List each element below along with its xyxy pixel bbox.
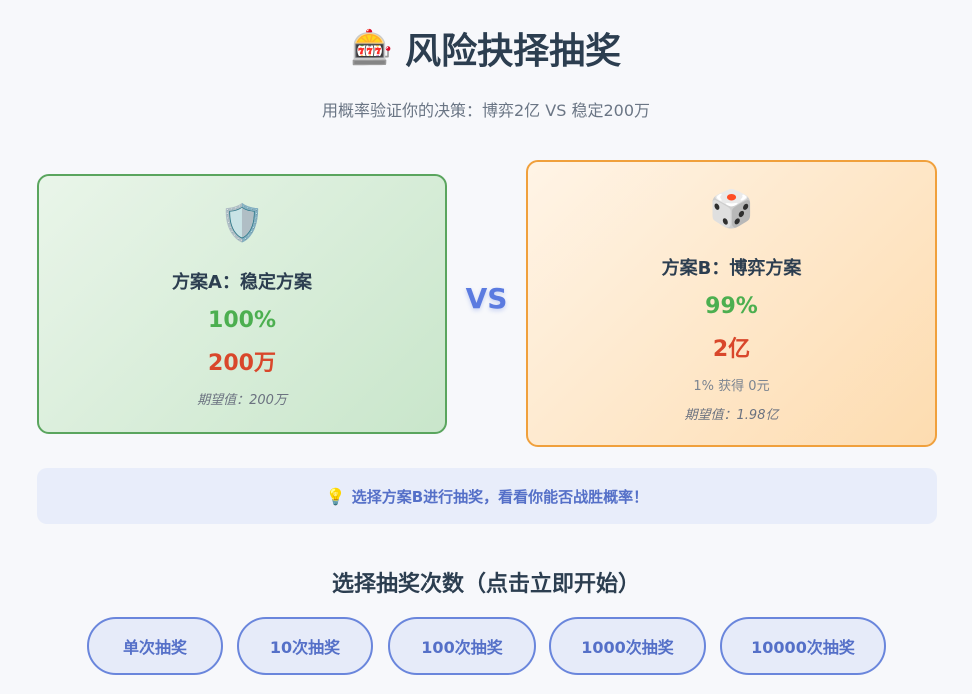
draw-1-button[interactable]: 单次抽奖	[87, 617, 223, 675]
option-a-name: 方案A：稳定方案	[172, 272, 312, 293]
page: 🎰 风险抉择抽奖 用概率验证你的决策：博弈2亿 VS 稳定200万 🛡️ 方案A…	[0, 0, 972, 694]
dice-icon: 🎲	[709, 189, 754, 230]
draw-buttons: 单次抽奖 10次抽奖 100次抽奖 1000次抽奖 10000次抽奖	[0, 617, 972, 675]
option-a-amount: 200万	[208, 351, 276, 376]
lightbulb-icon: 💡	[325, 486, 346, 506]
tip-banner: 💡 选择方案B进行抽奖，看看你能否战胜概率！	[37, 468, 937, 524]
draw-10000-button[interactable]: 10000次抽奖	[720, 617, 886, 675]
shield-icon: 🛡️	[219, 203, 265, 244]
option-a-probability: 100%	[208, 308, 276, 333]
option-b-fail-note: 1% 获得 0元	[693, 379, 770, 394]
option-a-card[interactable]: 🛡️ 方案A：稳定方案 100% 200万 期望值：200万	[37, 174, 447, 434]
tip-text: 选择方案B进行抽奖，看看你能否战胜概率！	[351, 487, 649, 506]
option-b-probability: 99%	[705, 294, 758, 319]
option-b-name: 方案B：博弈方案	[661, 258, 802, 279]
option-b-amount: 2亿	[712, 337, 751, 362]
slot-machine-icon: 🎰	[350, 28, 394, 68]
draw-10-button[interactable]: 10次抽奖	[237, 617, 373, 675]
draw-1000-button[interactable]: 1000次抽奖	[549, 617, 706, 675]
option-a-expected-value: 期望值：200万	[197, 393, 287, 408]
page-title-text: 风险抉择抽奖	[405, 31, 622, 72]
draw-count-heading: 选择抽奖次数（点击立即开始）	[331, 572, 640, 597]
page-subtitle: 用概率验证你的决策：博弈2亿 VS 稳定200万	[322, 101, 650, 120]
draw-100-button[interactable]: 100次抽奖	[388, 617, 536, 675]
page-title: 🎰 风险抉择抽奖	[0, 22, 972, 74]
option-b-expected-value: 期望值：1.98亿	[684, 408, 779, 423]
vs-label: VS	[465, 282, 508, 315]
option-b-card[interactable]: 🎲 方案B：博弈方案 99% 2亿 1% 获得 0元 期望值：1.98亿	[526, 160, 937, 447]
